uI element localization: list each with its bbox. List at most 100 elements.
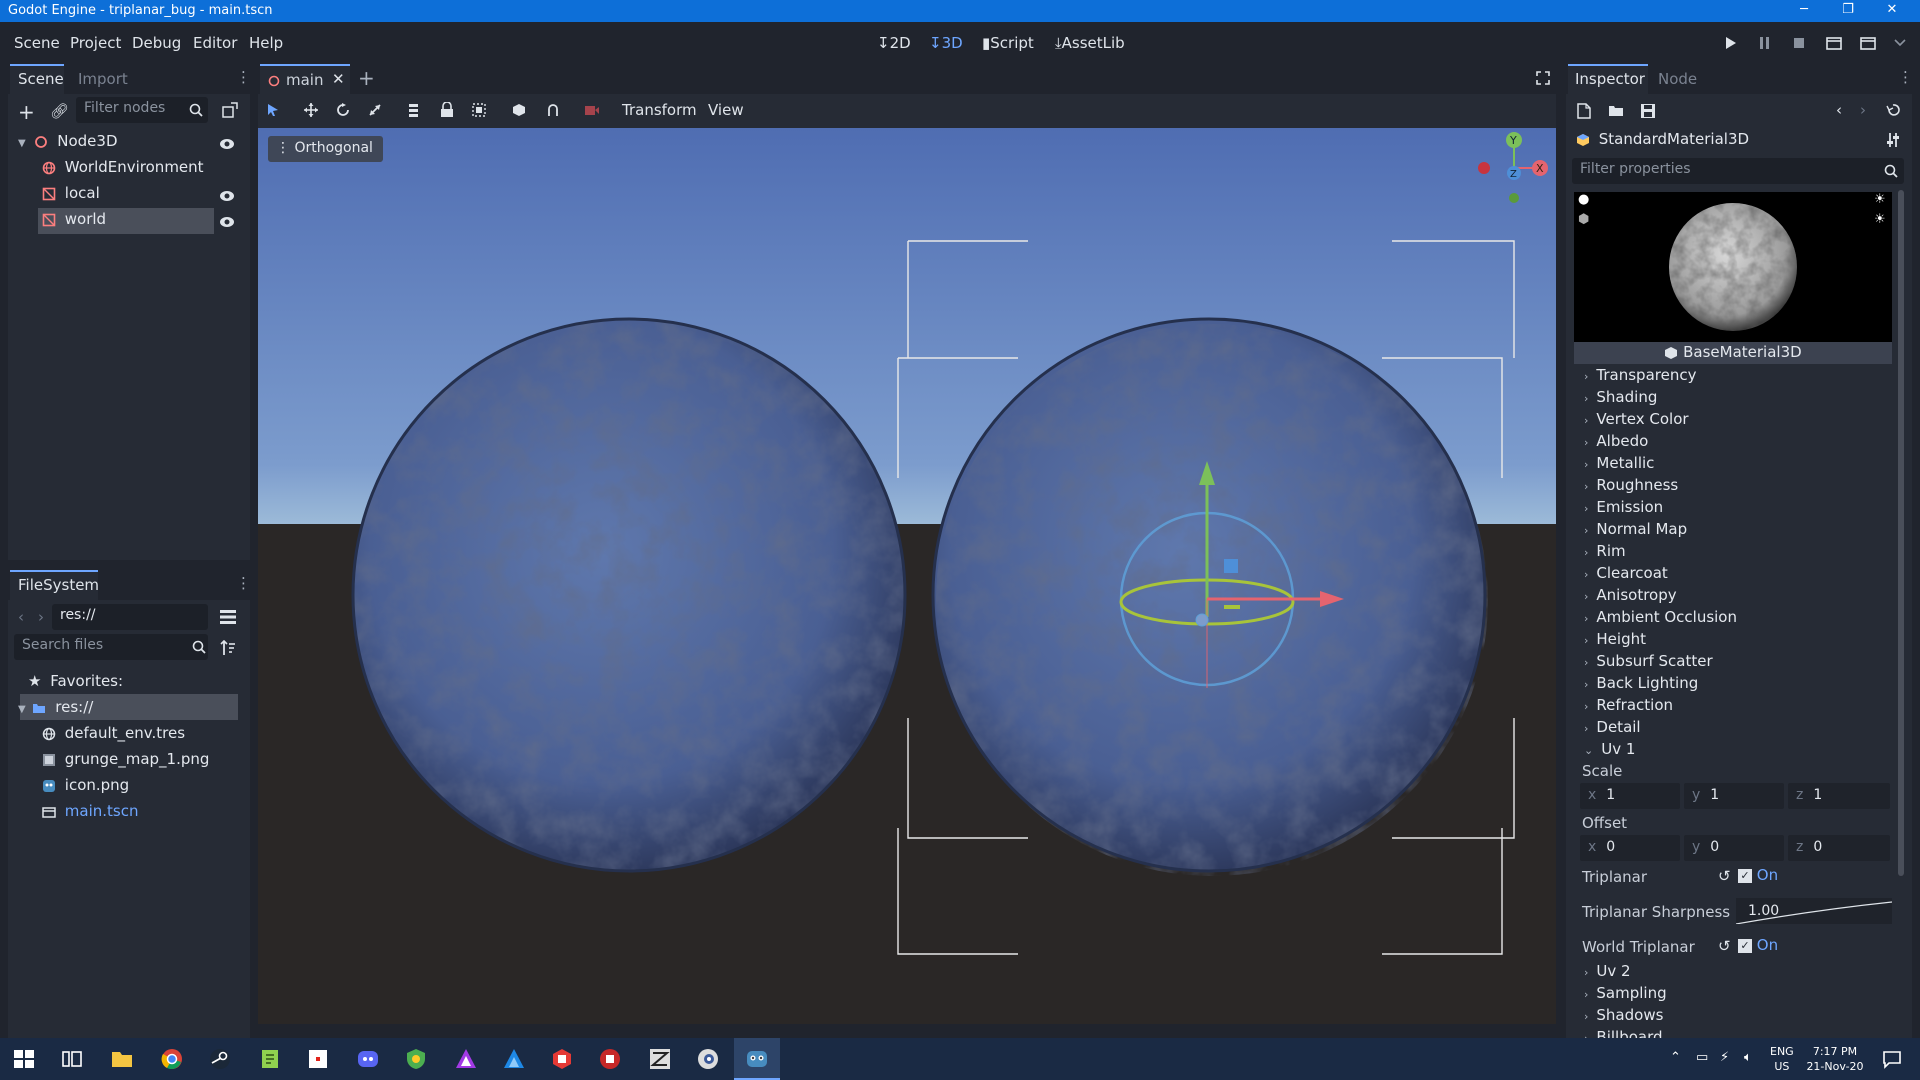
file-item-res[interactable]: ▼ res:// xyxy=(18,698,218,722)
list-view-icon[interactable] xyxy=(220,609,236,625)
scale-z-field[interactable]: z1 xyxy=(1788,783,1890,809)
path-field[interactable]: res:// xyxy=(52,604,208,630)
preview-box-toggle-icon[interactable]: ⬢ xyxy=(1578,212,1589,227)
dock-menu-icon[interactable]: ⋮ xyxy=(236,68,251,86)
menu-debug[interactable]: Debug xyxy=(132,34,181,52)
play-icon[interactable] xyxy=(1724,36,1738,50)
group-detail[interactable]: › Detail xyxy=(1584,718,1641,736)
group-roughness[interactable]: › Roughness xyxy=(1584,476,1678,494)
group-metallic[interactable]: › Metallic xyxy=(1584,454,1654,472)
tab-import[interactable]: Import xyxy=(78,70,128,88)
history-icon[interactable] xyxy=(1886,103,1900,117)
app-icon-red-round[interactable] xyxy=(598,1047,622,1071)
app-icon-triangle-purple[interactable] xyxy=(454,1047,478,1071)
dock-menu-icon[interactable]: ⋮ xyxy=(236,574,251,592)
windows-start-icon[interactable] xyxy=(12,1047,36,1071)
light-2-toggle-icon[interactable]: ☀ xyxy=(1874,212,1886,227)
group-clearcoat[interactable]: › Clearcoat xyxy=(1584,564,1668,582)
tab-filesystem[interactable]: FileSystem xyxy=(18,576,99,594)
group-uv2[interactable]: › Uv 2 xyxy=(1584,962,1631,980)
group-albedo[interactable]: › Albedo xyxy=(1584,432,1648,450)
tree-node-worldenvironment[interactable]: WorldEnvironment xyxy=(42,158,242,182)
inspector-scrollbar[interactable] xyxy=(1898,190,1904,876)
group-height[interactable]: › Height xyxy=(1584,630,1646,648)
workspace-3d[interactable]: ↧3D xyxy=(929,34,963,52)
close-tab-icon[interactable]: ✕ xyxy=(332,70,345,88)
list-select-icon[interactable] xyxy=(408,103,422,117)
revert-icon[interactable]: ↺ xyxy=(1718,937,1731,955)
group-normal-map[interactable]: › Normal Map xyxy=(1584,520,1687,538)
godot-engine-icon[interactable] xyxy=(745,1047,769,1071)
collapse-arrow-icon[interactable]: ▼ xyxy=(18,138,26,149)
group-anisotropy[interactable]: › Anisotropy xyxy=(1584,586,1677,604)
battery-icon[interactable]: ▭ xyxy=(1696,1050,1708,1065)
clock[interactable]: 7:17 PM 21-Nov-20 xyxy=(1800,1044,1870,1074)
network-icon[interactable]: ⚡ xyxy=(1720,1050,1729,1065)
menu-help[interactable]: Help xyxy=(249,34,283,52)
add-node-icon[interactable]: + xyxy=(18,100,35,124)
snap-icon[interactable] xyxy=(546,103,560,117)
volume-icon[interactable]: 🔈︎ xyxy=(1744,1050,1752,1065)
preview-sphere-toggle-icon[interactable]: ● xyxy=(1578,192,1589,207)
group-shading[interactable]: › Shading xyxy=(1584,388,1657,406)
lock-icon[interactable] xyxy=(440,102,454,118)
group-rim[interactable]: › Rim xyxy=(1584,542,1626,560)
triplanar-sharpness-field[interactable]: 1.00 xyxy=(1736,898,1892,924)
scale-y-field[interactable]: y1 xyxy=(1684,783,1784,809)
file-explorer-icon[interactable] xyxy=(110,1047,134,1071)
fullscreen-icon[interactable] xyxy=(1536,71,1550,85)
group-shadows[interactable]: › Shadows xyxy=(1584,1006,1663,1024)
menu-editor[interactable]: Editor xyxy=(193,34,237,52)
app-icon-red-s[interactable] xyxy=(550,1047,574,1071)
group-billboard[interactable]: ›Billboard xyxy=(1584,1028,1663,1038)
object-properties-icon[interactable] xyxy=(1886,132,1900,148)
visibility-eye-icon[interactable] xyxy=(219,136,235,152)
tree-node-world[interactable]: world xyxy=(42,210,212,234)
move-tool-icon[interactable] xyxy=(304,103,318,117)
chevron-down-icon[interactable] xyxy=(1894,38,1906,48)
group-vertex-color[interactable]: › Vertex Color xyxy=(1584,410,1689,428)
chrome-icon[interactable] xyxy=(160,1047,184,1071)
scale-x-field[interactable]: x1 xyxy=(1580,783,1680,809)
sort-icon[interactable] xyxy=(220,640,236,656)
offset-x-field[interactable]: x0 xyxy=(1580,835,1680,861)
offset-y-field[interactable]: y0 xyxy=(1684,835,1784,861)
camera-icon[interactable] xyxy=(584,103,600,117)
restore-icon[interactable]: ❐ xyxy=(1826,0,1870,22)
minimize-icon[interactable]: ─ xyxy=(1782,0,1826,22)
app-icon-triangle-blue[interactable] xyxy=(502,1047,526,1071)
instance-scene-icon[interactable] xyxy=(222,102,238,118)
workspace-assetlib[interactable]: ⤓AssetLib xyxy=(1055,34,1125,52)
group-transparency[interactable]: › Transparency xyxy=(1584,366,1696,384)
file-item-main-tscn[interactable]: main.tscn xyxy=(42,802,238,826)
tab-scene[interactable]: Scene xyxy=(18,70,64,88)
group-icon[interactable] xyxy=(472,103,486,117)
group-uv1[interactable]: ⌄ Uv 1 xyxy=(1584,740,1635,758)
workspace-script[interactable]: ▮Script xyxy=(982,34,1034,52)
group-emission[interactable]: › Emission xyxy=(1584,498,1663,516)
favorites-row[interactable]: ★ Favorites: xyxy=(28,672,228,696)
transform-menu[interactable]: Transform xyxy=(622,101,697,119)
link-icon[interactable]: 🔗︎ xyxy=(50,102,69,120)
dock-menu-icon[interactable]: ⋮ xyxy=(1898,68,1913,86)
light-1-toggle-icon[interactable]: ☀ xyxy=(1874,192,1886,207)
history-forward-icon[interactable]: › xyxy=(1860,101,1866,119)
file-item-default-env[interactable]: default_env.tres xyxy=(42,724,238,748)
group-sampling[interactable]: › Sampling xyxy=(1584,984,1667,1002)
resource-path[interactable]: StandardMaterial3D xyxy=(1576,130,1876,152)
group-back-lighting[interactable]: › Back Lighting xyxy=(1584,674,1698,692)
app-icon-blender[interactable] xyxy=(696,1047,720,1071)
new-tab-icon[interactable]: + xyxy=(358,66,375,90)
tree-node-local[interactable]: local xyxy=(42,184,212,208)
steam-icon[interactable] xyxy=(208,1047,232,1071)
app-icon-shield[interactable] xyxy=(404,1047,428,1071)
triplanar-checkbox[interactable]: ✓ On xyxy=(1738,866,1778,888)
scene-tab[interactable]: main ✕ xyxy=(260,64,350,94)
world-triplanar-checkbox[interactable]: ✓ On xyxy=(1738,936,1778,958)
offset-z-field[interactable]: z0 xyxy=(1788,835,1890,861)
play-custom-scene-icon[interactable] xyxy=(1860,36,1876,50)
history-back-icon[interactable]: ‹ xyxy=(1836,101,1842,119)
rotate-tool-icon[interactable] xyxy=(336,103,350,117)
notepad-plus-icon[interactable] xyxy=(258,1047,282,1071)
local-space-icon[interactable] xyxy=(512,103,526,117)
